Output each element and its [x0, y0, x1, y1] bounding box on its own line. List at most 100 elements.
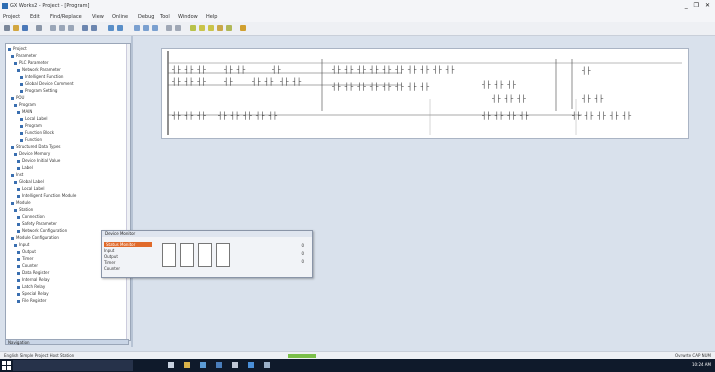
save-icon[interactable]	[22, 25, 28, 31]
tree-item[interactable]: Network Configuration	[17, 228, 67, 233]
menu-project[interactable]: Project	[3, 14, 20, 20]
navigation-tab[interactable]: Navigation	[5, 339, 129, 345]
ladder-editor[interactable]: ┤├ ┤├ ┤├ ┤├ ┤├ ┤├ ┤├ ┤├ ┤├ ┤├ ┤├ ┤├ ┤├ ┤…	[161, 48, 689, 139]
tree-item[interactable]: Input	[14, 242, 29, 247]
menu-find[interactable]: Find/Replace	[50, 14, 82, 20]
param-icon	[14, 61, 17, 65]
bookmark-icon[interactable]	[240, 25, 246, 31]
tree-item[interactable]: Parameter	[11, 53, 37, 58]
tree-item[interactable]: Module	[11, 200, 31, 205]
monitor-cell[interactable]	[162, 243, 176, 267]
tree-item[interactable]: Intelligent Function	[20, 74, 63, 79]
tree-item[interactable]: Special Relay	[17, 291, 49, 296]
tree-item[interactable]: Program	[20, 123, 42, 128]
tree-item[interactable]: Device Initial Value	[17, 158, 60, 163]
tree-item[interactable]: Intelligent Function Module	[17, 193, 76, 198]
monitor-cell[interactable]	[216, 243, 230, 267]
app-icon[interactable]	[216, 362, 222, 368]
svg-text:┤├ ┤├ ┤├: ┤├ ┤├ ┤├	[482, 80, 517, 89]
svg-text:┤├ ┤├: ┤├ ┤├	[252, 77, 274, 86]
tree-item[interactable]: Label	[17, 165, 33, 170]
app-icon[interactable]	[232, 362, 238, 368]
tree-item[interactable]: Network Parameter	[17, 67, 61, 72]
tree-item[interactable]: File Register	[17, 298, 46, 303]
tree-item[interactable]: Module Configuration	[11, 235, 59, 240]
cut-icon[interactable]	[50, 25, 56, 31]
new-icon[interactable]	[4, 25, 10, 31]
function-icon	[20, 138, 23, 142]
tree-item[interactable]: Project	[8, 46, 27, 51]
tree-item[interactable]: Global Device Comment	[20, 81, 74, 86]
convert-icon[interactable]	[175, 25, 181, 31]
status-right: Ovrwrte CAP NUM	[675, 353, 711, 358]
tree-item[interactable]: Safety Parameter	[17, 221, 57, 226]
shield-icon	[17, 222, 20, 226]
tree-item[interactable]: POU	[11, 95, 25, 100]
panel-selected-item[interactable]: Status Monitor	[104, 242, 152, 247]
open-icon[interactable]	[13, 25, 19, 31]
taskbar-clock[interactable]: 10:24 AM	[692, 362, 711, 367]
taskbar-search[interactable]	[13, 360, 133, 371]
panel-row: Timer	[104, 260, 116, 265]
explorer-icon[interactable]	[184, 362, 190, 368]
tree-item[interactable]: Function Block	[20, 130, 54, 135]
tree-item[interactable]: PLC Parameter	[14, 60, 49, 65]
copy-icon[interactable]	[59, 25, 65, 31]
paste-icon[interactable]	[68, 25, 74, 31]
menu-edit[interactable]: Edit	[30, 14, 40, 20]
program-icon	[20, 124, 23, 128]
folder-icon	[11, 173, 14, 177]
menu-window[interactable]: Window	[178, 14, 198, 20]
tree-item[interactable]: Local Label	[17, 186, 44, 191]
tree-item[interactable]: MAIN	[17, 109, 32, 114]
tree-item[interactable]: Counter	[17, 263, 38, 268]
window-controls[interactable]: _ ❐ ✕	[685, 2, 712, 9]
tree-item[interactable]: Connection	[17, 214, 45, 219]
print-icon[interactable]	[36, 25, 42, 31]
tree-item[interactable]: Structured Data Types	[11, 144, 61, 149]
tree-item[interactable]: Function	[20, 137, 42, 142]
replace-icon[interactable]	[117, 25, 123, 31]
tree-item[interactable]: Output	[17, 249, 36, 254]
tree-item[interactable]: Global Label	[14, 179, 44, 184]
tree-item[interactable]: Inst	[11, 172, 23, 177]
redo-icon[interactable]	[91, 25, 97, 31]
function-icon[interactable]	[217, 25, 223, 31]
app-icon[interactable]	[248, 362, 254, 368]
svg-text:┤├ ┤├: ┤├ ┤├	[280, 77, 302, 86]
tree-item[interactable]: Program	[14, 102, 36, 107]
contact-icon[interactable]	[199, 25, 205, 31]
menu-online[interactable]: Online	[112, 14, 128, 20]
panel-title: Device Monitor	[102, 231, 312, 237]
menu-debug[interactable]: Debug	[138, 14, 154, 20]
menu-tool[interactable]: Tool	[160, 14, 170, 20]
tree-item[interactable]: Timer	[17, 256, 33, 261]
find-icon[interactable]	[108, 25, 114, 31]
menu-help[interactable]: Help	[206, 14, 217, 20]
device-icon	[17, 292, 20, 296]
tree-item[interactable]: Latch Relay	[17, 284, 45, 289]
monitor-icon[interactable]	[134, 25, 140, 31]
menu-view[interactable]: View	[92, 14, 104, 20]
tree-item[interactable]: Program Setting	[20, 88, 57, 93]
tree-item[interactable]: Local Label	[20, 116, 47, 121]
coil-icon[interactable]	[208, 25, 214, 31]
windows-start-icon[interactable]	[2, 361, 11, 370]
tree-item[interactable]: Device Memory	[14, 151, 50, 156]
monitor-cell[interactable]	[198, 243, 212, 267]
write-icon[interactable]	[143, 25, 149, 31]
folder-icon	[11, 236, 14, 240]
tree-item[interactable]: Internal Relay	[17, 277, 50, 282]
app-icon[interactable]	[264, 362, 270, 368]
line-icon[interactable]	[226, 25, 232, 31]
undo-icon[interactable]	[82, 25, 88, 31]
tree-item[interactable]: Station	[14, 207, 33, 212]
device-monitor-panel[interactable]: Device Monitor Status Monitor Input Outp…	[101, 230, 313, 278]
monitor-cell[interactable]	[180, 243, 194, 267]
task-view-icon[interactable]	[168, 362, 174, 368]
tree-item[interactable]: Data Register	[17, 270, 49, 275]
ladder-icon[interactable]	[190, 25, 196, 31]
edge-icon[interactable]	[200, 362, 206, 368]
compile-icon[interactable]	[166, 25, 172, 31]
read-icon[interactable]	[152, 25, 158, 31]
